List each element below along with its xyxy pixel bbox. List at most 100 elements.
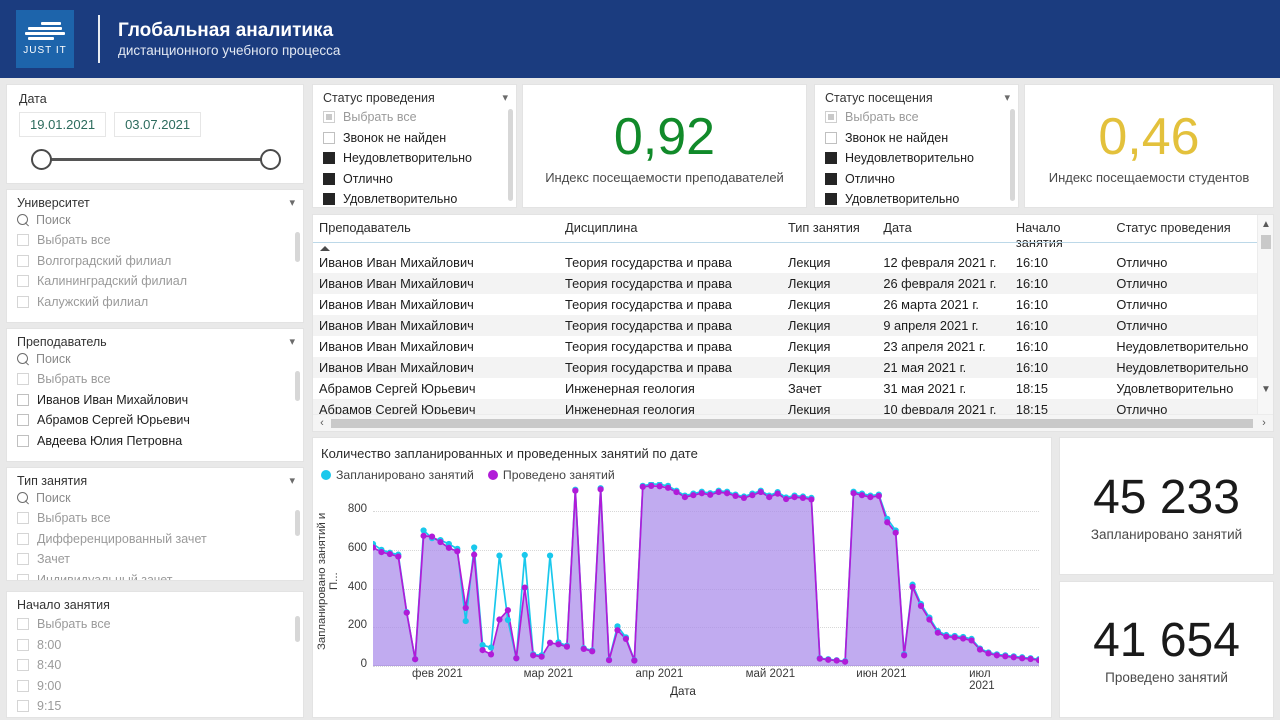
table-row[interactable]: Иванов Иван Михайлович Теория государства… (313, 336, 1259, 357)
lesson-type-option[interactable]: Дифференцированный зачет (7, 529, 303, 550)
checkbox[interactable] (17, 234, 29, 247)
checkbox[interactable] (17, 393, 29, 406)
table-column-header[interactable]: Дата (877, 215, 1010, 252)
checkbox[interactable] (17, 373, 29, 386)
conduct-status-option[interactable]: Отлично (313, 169, 516, 190)
checkbox[interactable] (17, 532, 29, 545)
attendance-status-option[interactable]: Выбрать все (815, 107, 1018, 128)
checkbox[interactable] (17, 679, 29, 692)
teacher-search-input[interactable]: Поиск (36, 352, 71, 366)
university-list-scrollbar[interactable] (295, 232, 300, 262)
checkbox[interactable] (323, 193, 335, 206)
lesson-type-option[interactable]: Индивидуальный зачет (7, 570, 303, 580)
slider-handle-left[interactable] (31, 149, 52, 170)
start-time-list-scrollbar[interactable] (295, 616, 300, 642)
checkbox[interactable] (17, 700, 29, 713)
teacher-option[interactable]: Иванов Иван Михайлович (7, 390, 303, 411)
chart-legend[interactable]: Запланировано занятий Проведено занятий (313, 461, 1051, 482)
table-column-header[interactable]: Дисциплина (559, 215, 782, 252)
table-horizontal-scrollbar[interactable]: ‹ › (313, 414, 1273, 431)
conduct-status-list-scrollbar[interactable] (508, 109, 513, 201)
checkbox[interactable] (17, 512, 29, 525)
conduct-status-option[interactable]: Удовлетворительно (313, 189, 516, 207)
checkbox[interactable] (17, 553, 29, 566)
lesson-type-search-row[interactable]: Поиск (7, 490, 303, 508)
university-option[interactable]: Выбрать все (7, 230, 303, 251)
university-option[interactable]: Калужский филиал (7, 292, 303, 313)
date-end-input[interactable]: 03.07.2021 (114, 112, 202, 137)
university-search-input[interactable]: Поиск (36, 213, 71, 227)
lesson-type-option[interactable]: Зачет (7, 549, 303, 570)
table-row[interactable]: Иванов Иван Михайлович Теория государства… (313, 315, 1259, 336)
conduct-status-option[interactable]: Неудовлетворительно (313, 148, 516, 169)
checkbox[interactable] (323, 111, 335, 124)
start-time-option[interactable]: 9:00 (7, 676, 303, 697)
table-row[interactable]: Иванов Иван Михайлович Теория государства… (313, 273, 1259, 294)
checkbox[interactable] (17, 618, 29, 631)
attendance-status-option-list[interactable]: Выбрать все Звонок не найден Неудовлетвори… (815, 107, 1018, 207)
slider-handle-right[interactable] (260, 149, 281, 170)
teacher-list-scrollbar[interactable] (295, 371, 300, 401)
checkbox[interactable] (825, 172, 837, 185)
teacher-option[interactable]: Абрамов Сергей Юрьевич (7, 410, 303, 431)
table-column-header[interactable]: Тип занятия (782, 215, 877, 252)
checkbox[interactable] (825, 131, 837, 144)
lesson-type-option-list[interactable]: Выбрать все Дифференцированный зачет Зачет… (7, 508, 303, 580)
table-vertical-scrollbar[interactable]: ▲ ▼ (1257, 215, 1273, 414)
teacher-option[interactable]: Выбрать все (7, 369, 303, 390)
table-column-header[interactable]: Статус проведения (1110, 215, 1259, 252)
chevron-down-icon[interactable]: ▼ (1258, 382, 1273, 398)
teacher-option[interactable]: Авдеева Юлия Петровна (7, 431, 303, 452)
table-row[interactable]: Абрамов Сергей Юрьевич Инженерная геологи… (313, 378, 1259, 399)
conduct-status-option[interactable]: Звонок не найден (313, 128, 516, 149)
lesson-type-option[interactable]: Выбрать все (7, 508, 303, 529)
start-time-option[interactable]: 8:00 (7, 635, 303, 656)
checkbox[interactable] (323, 152, 335, 165)
checkbox[interactable] (17, 254, 29, 267)
table-column-header[interactable]: Начало занятия (1010, 215, 1110, 252)
chevron-down-icon[interactable]: ▾ (1004, 93, 1010, 104)
university-option[interactable]: Калининградский филиал (7, 271, 303, 292)
university-option-list[interactable]: Выбрать все Волгоградский филиал Калинингр… (7, 230, 303, 314)
chevron-down-icon[interactable]: ▾ (289, 476, 295, 487)
teacher-search-row[interactable]: Поиск (7, 351, 303, 369)
chevron-left-icon[interactable]: ‹ (314, 415, 330, 431)
start-time-option[interactable]: 8:40 (7, 655, 303, 676)
lesson-type-search-input[interactable]: Поиск (36, 491, 71, 505)
chevron-down-icon[interactable]: ▾ (289, 337, 295, 348)
date-range-slider[interactable] (31, 147, 281, 173)
lesson-type-list-scrollbar[interactable] (295, 510, 300, 536)
checkbox[interactable] (17, 434, 29, 447)
university-option[interactable]: Волгоградский филиал (7, 251, 303, 272)
checkbox[interactable] (825, 152, 837, 165)
table-row[interactable]: Иванов Иван Михайлович Теория государства… (313, 252, 1259, 273)
attendance-status-option[interactable]: Отлично (815, 169, 1018, 190)
start-time-option-list[interactable]: Выбрать все 8:00 8:40 9:00 9:15 (7, 614, 303, 717)
checkbox[interactable] (17, 638, 29, 651)
checkbox[interactable] (17, 295, 29, 308)
legend-item[interactable]: Проведено занятий (487, 468, 615, 482)
chevron-down-icon[interactable]: ▾ (502, 93, 508, 104)
checkbox[interactable] (825, 111, 837, 124)
date-start-input[interactable]: 19.01.2021 (19, 112, 107, 137)
table-column-header[interactable]: Преподаватель (313, 215, 559, 252)
attendance-status-option[interactable]: Звонок не найден (815, 128, 1018, 149)
attendance-status-list-scrollbar[interactable] (1010, 109, 1015, 201)
vertical-scroll-thumb[interactable] (1261, 235, 1271, 249)
attendance-status-option[interactable]: Неудовлетворительно (815, 148, 1018, 169)
checkbox[interactable] (825, 193, 837, 206)
checkbox[interactable] (323, 172, 335, 185)
conduct-status-option-list[interactable]: Выбрать все Звонок не найден Неудовлетвори… (313, 107, 516, 207)
horizontal-scroll-thumb[interactable] (331, 419, 1253, 428)
conduct-status-option[interactable]: Выбрать все (313, 107, 516, 128)
start-time-option[interactable]: 9:15 (7, 696, 303, 717)
checkbox[interactable] (17, 573, 29, 580)
chevron-up-icon[interactable]: ▲ (1258, 217, 1273, 233)
start-time-option[interactable]: Выбрать все (7, 614, 303, 635)
checkbox[interactable] (17, 659, 29, 672)
chevron-down-icon[interactable]: ▾ (289, 198, 295, 209)
checkbox[interactable] (323, 131, 335, 144)
chevron-right-icon[interactable]: › (1256, 415, 1272, 431)
checkbox[interactable] (17, 275, 29, 288)
university-search-row[interactable]: Поиск (7, 212, 303, 230)
